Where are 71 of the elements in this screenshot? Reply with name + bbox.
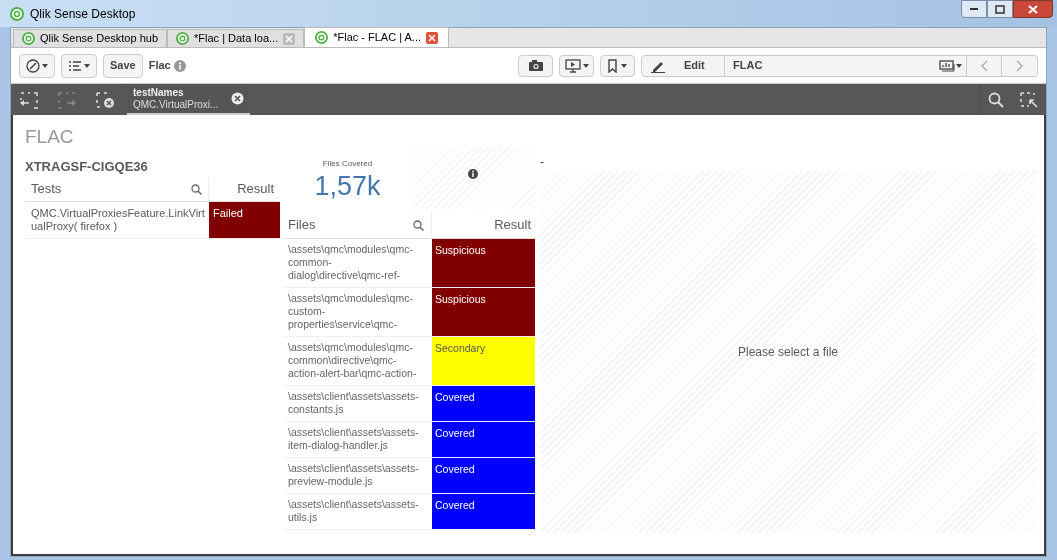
caret-icon <box>956 63 962 68</box>
bookmark-dropdown[interactable] <box>600 54 635 77</box>
result-cell: Covered <box>432 386 535 421</box>
browser-tab[interactable]: *Flac - FLAC | A... <box>304 27 449 47</box>
sheet-title: FLAC <box>25 125 75 149</box>
chevron-left-icon <box>980 59 988 72</box>
maximize-button[interactable] <box>987 0 1013 18</box>
info-icon[interactable] <box>467 169 478 179</box>
app-name: Flac <box>148 58 171 74</box>
minimize-icon <box>969 7 979 11</box>
step-back-icon[interactable] <box>19 90 39 109</box>
compass-icon <box>26 58 40 73</box>
table-cell[interactable]: \assets\client\assets\assets-item-dialog-handler.js <box>285 422 432 457</box>
table-cell[interactable]: QMC.VirtualProxiesFeature.LinkVirtualProxy( firefox ) <box>25 202 209 238</box>
navigation-dropdown[interactable] <box>19 53 55 78</box>
caret-icon <box>621 63 627 68</box>
presentation-dropdown[interactable] <box>559 54 594 77</box>
app-logo-icon <box>176 32 189 45</box>
app-logo-icon <box>22 32 35 45</box>
caret-icon <box>42 63 48 68</box>
column-header[interactable]: Result <box>494 215 531 235</box>
table-cell[interactable]: \assets\client\assets\assets-utils.js <box>285 494 432 529</box>
browser-tab[interactable]: Qlik Sense Desktop hub <box>13 29 167 47</box>
sheet-name: FLAC <box>733 58 763 74</box>
column-header[interactable]: Tests <box>31 179 62 199</box>
save-button[interactable]: Save <box>103 53 143 78</box>
close-icon[interactable] <box>231 92 244 105</box>
empty-message: Please select a file <box>737 344 839 361</box>
browser-tab[interactable]: *Flac | Data loa... <box>167 29 305 47</box>
caret-icon <box>84 63 90 68</box>
list-icon <box>68 59 82 72</box>
clear-selections-icon[interactable] <box>95 90 115 109</box>
list-dropdown[interactable] <box>61 53 97 78</box>
chevron-right-icon <box>1015 59 1024 72</box>
camera-icon <box>527 59 544 72</box>
selections-tool-icon[interactable] <box>1020 91 1038 108</box>
result-cell: Covered <box>432 494 535 529</box>
column-header[interactable]: Files <box>288 215 316 235</box>
result-cell: Secondary <box>432 337 535 385</box>
search-icon[interactable] <box>988 91 1004 108</box>
table-cell[interactable]: \assets\qmc\modules\qmc-common\directive\qmc-action-alert-bar\qmc-action- <box>285 337 432 385</box>
app-logo-icon <box>315 31 329 44</box>
tab-close-icon[interactable] <box>426 31 438 44</box>
result-cell: Failed <box>209 202 280 238</box>
result-cell: Suspicious <box>432 239 535 287</box>
chart-title: XTRAGSF-CIGQE36 <box>25 158 149 176</box>
maximize-icon <box>995 4 1005 14</box>
close-button[interactable] <box>1013 0 1053 18</box>
chart-icon <box>939 59 955 72</box>
kpi-value: 1,57k <box>314 170 381 202</box>
window-title: Qlik Sense Desktop <box>30 5 136 23</box>
table-cell[interactable]: \assets\client\assets\assets-constants.js <box>285 386 432 421</box>
app-logo-icon <box>10 6 24 21</box>
column-header[interactable]: Result <box>237 179 274 199</box>
caret-icon <box>582 63 589 68</box>
result-cell: Covered <box>432 458 535 493</box>
monitor-icon <box>564 58 581 73</box>
kpi-label: Files Covered <box>322 158 373 170</box>
search-icon[interactable] <box>191 183 202 195</box>
result-cell: Covered <box>432 422 535 457</box>
result-cell: Suspicious <box>432 288 535 336</box>
table-cell[interactable]: \assets\qmc\modules\qmc-custom-properties\service\qmc- <box>285 288 432 336</box>
close-icon <box>1028 4 1038 14</box>
camera-button[interactable] <box>518 54 553 77</box>
table-cell[interactable]: \assets\client\assets\assets-preview-module.js <box>285 458 432 493</box>
bookmark-icon <box>608 58 617 73</box>
minimize-button[interactable] <box>961 0 987 18</box>
chart-title: - <box>540 154 545 171</box>
table-cell[interactable]: \assets\qmc\modules\qmc-common-dialog\directive\qmc-ref- <box>285 239 432 287</box>
edit-button[interactable]: Edit <box>642 55 725 76</box>
search-icon[interactable] <box>413 219 424 231</box>
